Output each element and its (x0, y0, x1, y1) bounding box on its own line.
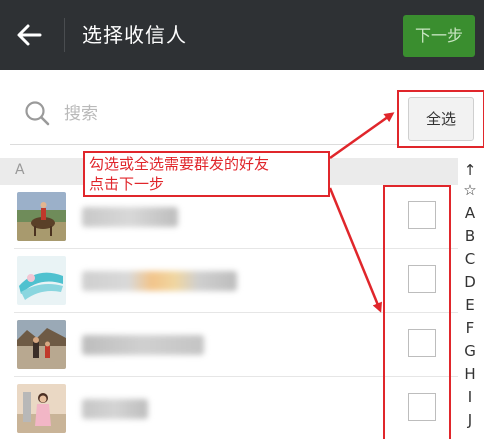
next-step-button[interactable]: 下一步 (403, 15, 475, 57)
top-bar: 选择收信人 下一步 (0, 0, 484, 70)
index-item[interactable]: F (459, 318, 481, 338)
checkbox-column-highlight (383, 185, 451, 439)
contact-name-blurred (82, 207, 178, 227)
search-underline (10, 144, 398, 145)
search-icon (25, 101, 50, 126)
index-item[interactable]: E (459, 295, 481, 315)
section-letter: A (15, 162, 25, 178)
index-item[interactable]: C (459, 249, 481, 269)
avatar (17, 256, 66, 305)
index-item[interactable]: J (459, 410, 481, 430)
search-row: 全选 (0, 70, 484, 158)
index-item[interactable]: A (459, 203, 481, 223)
page-title: 选择收信人 (82, 23, 187, 47)
contact-name-blurred (82, 271, 237, 291)
contact-name-blurred (82, 399, 148, 419)
avatar (17, 384, 66, 433)
index-item[interactable]: H (459, 364, 481, 384)
annotation-line-2: 点击下一步 (89, 175, 165, 193)
index-item[interactable]: D (459, 272, 481, 292)
annotation-line-1: 勾选或全选需要群发的好友 (89, 155, 270, 173)
index-item[interactable]: G (459, 341, 481, 361)
index-item[interactable]: B (459, 226, 481, 246)
index-item[interactable]: ☆ (459, 180, 481, 200)
top-bar-divider (64, 18, 65, 52)
annotation-note: 勾选或全选需要群发的好友 点击下一步 (83, 151, 330, 197)
select-all-button[interactable]: 全选 (408, 97, 474, 141)
contact-name-blurred (82, 335, 204, 355)
search-input[interactable] (64, 101, 364, 127)
index-item[interactable]: I (459, 387, 481, 407)
index-item[interactable]: ↑ (459, 160, 481, 180)
avatar (17, 192, 66, 241)
select-recipients-screen: 选择收信人 下一步 全选 A (0, 0, 484, 439)
back-arrow-icon[interactable] (14, 20, 44, 50)
avatar (17, 320, 66, 369)
alphabet-index-bar[interactable]: ↑ ☆ A B C D E F G H I J (459, 160, 484, 439)
